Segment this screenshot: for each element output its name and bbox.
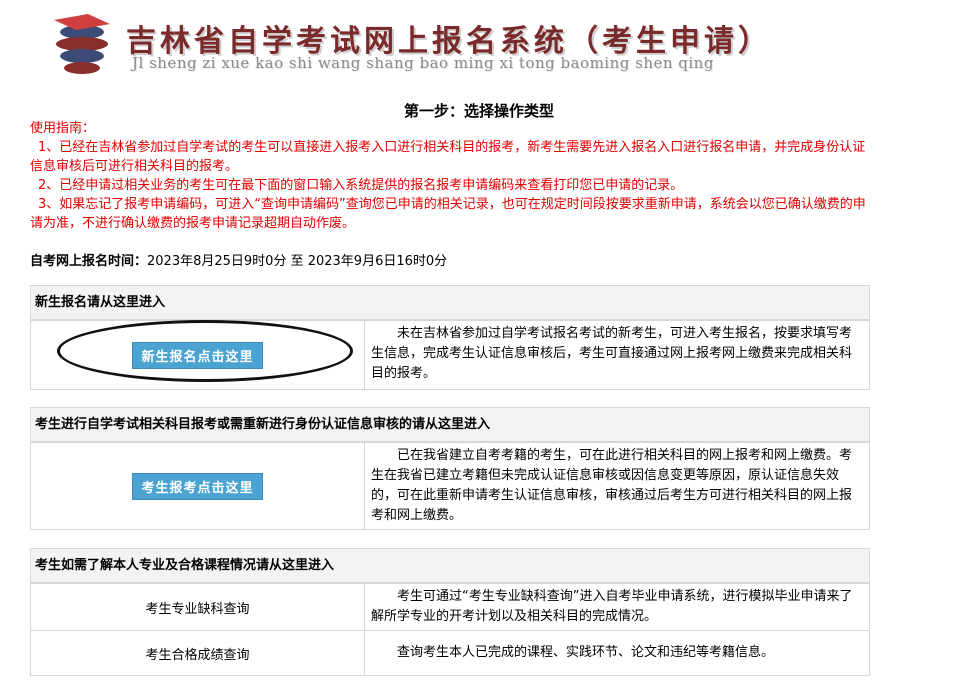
panel-row: 新生报名点击这里 未在吉林省参加过自学考试报名考试的新考生，可进入考生报名，按要… <box>31 320 869 389</box>
new-student-panel: 新生报名请从这里进入 新生报名点击这里 未在吉林省参加过自学考试报名考试的新考生… <box>30 285 870 390</box>
guide-heading: 使用指南： <box>30 121 96 136</box>
exam-apply-button[interactable]: 考生报考点击这里 <box>132 472 263 500</box>
row-description: 未在吉林省参加过自学考试报名考试的新考生，可进入考生报名，按要求填写考生信息，完… <box>371 326 853 381</box>
passed-score-query-link[interactable]: 考生合格成绩查询 <box>145 644 249 663</box>
registration-time-label: 自考网上报名时间： <box>30 254 148 269</box>
header-banner: 吉林省自学考试网上报名系统（考生申请） Jl sheng zi xue kao … <box>48 10 848 82</box>
action-cell: 考生专业缺科查询 <box>31 584 365 630</box>
missing-course-query-link[interactable]: 考生专业缺科查询 <box>145 598 249 617</box>
exam-apply-panel: 考生进行自学考试相关科目报考或需重新进行身份认证信息审核的请从这里进入 考生报考… <box>30 407 870 530</box>
course-status-panel: 考生如需了解本人专业及合格课程情况请从这里进入 考生专业缺科查询 考生可通过“考… <box>30 548 870 676</box>
panel-row: 考生合格成绩查询 查询考生本人已完成的课程、实践环节、论文和违纪等考籍信息。 <box>31 630 869 675</box>
panel-row: 考生报考点击这里 已在我省建立自考考籍的考生，可在此进行相关科目的网上报考和网上… <box>31 442 869 529</box>
guide-item: 2、已经申请过相关业务的考生可在最下面的窗口输入系统提供的报名报考申请编码来查看… <box>38 178 684 193</box>
action-cell: 考生合格成绩查询 <box>31 631 365 675</box>
new-student-register-button[interactable]: 新生报名点击这里 <box>132 341 263 369</box>
registration-time-value: 2023年8月25日9时0分 至 2023年9月6日16时0分 <box>147 254 448 269</box>
panel-heading: 新生报名请从这里进入 <box>31 286 869 320</box>
row-description: 查询考生本人已完成的课程、实践环节、论文和违纪等考籍信息。 <box>397 645 775 660</box>
panel-heading: 考生如需了解本人专业及合格课程情况请从这里进入 <box>31 549 869 583</box>
system-title-pinyin: Jl sheng zi xue kao shi wang shang bao m… <box>132 54 714 72</box>
row-description: 已在我省建立自考考籍的考生，可在此进行相关科目的网上报考和网上缴费。考生在我省已… <box>371 448 853 523</box>
exam-logo-icon <box>54 14 110 74</box>
panel-heading: 考生进行自学考试相关科目报考或需重新进行身份认证信息审核的请从这里进入 <box>31 408 869 442</box>
usage-guide: 使用指南： 1、已经在吉林省参加过自学考试的考生可以直接进入报考入口进行相关科目… <box>30 119 872 233</box>
action-cell: 新生报名点击这里 <box>31 320 365 389</box>
guide-item: 3、如果忘记了报考申请编码，可进入“查询申请编码”查询您已申请的相关记录，也可在… <box>30 197 866 231</box>
row-description: 考生可通过“考生专业缺科查询”进入自考毕业申请系统，进行模拟毕业申请来了解所学专… <box>371 589 853 624</box>
page-title: 第一步：选择操作类型 <box>403 102 554 120</box>
registration-time: 自考网上报名时间：2023年8月25日9时0分 至 2023年9月6日16时0分 <box>30 250 447 269</box>
action-cell: 考生报考点击这里 <box>31 443 365 529</box>
guide-item: 1、已经在吉林省参加过自学考试的考生可以直接进入报考入口进行相关科目的报考，新考… <box>30 140 866 174</box>
panel-row: 考生专业缺科查询 考生可通过“考生专业缺科查询”进入自考毕业申请系统，进行模拟毕… <box>31 583 869 630</box>
